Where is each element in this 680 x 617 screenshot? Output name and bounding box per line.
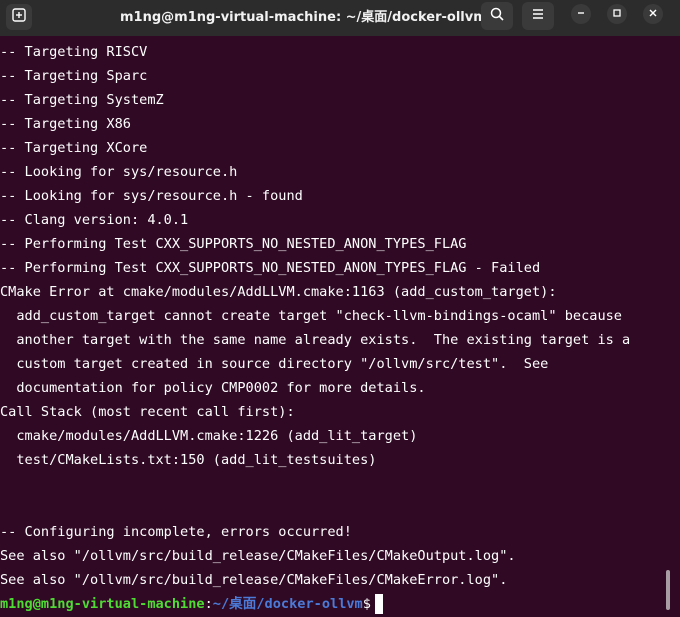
output-line: -- Clang version: 4.0.1 [0,212,189,228]
prompt-user: m1ng@m1ng-virtual-machine [0,596,205,612]
output-line: See also "/ollvm/src/build_release/CMake… [0,572,508,588]
output-line: -- Configuring incomplete, errors occurr… [0,524,352,540]
output-line: -- Targeting XCore [0,140,148,156]
minimize-button[interactable] [571,4,591,24]
terminal-output[interactable]: -- Targeting RISCV -- Targeting Sparc --… [0,36,665,617]
output-line: See also "/ollvm/src/build_release/CMake… [0,548,516,564]
scrollbar-thumb[interactable] [666,570,670,610]
window-title: m1ng@m1ng-virtual-machine: ~/桌面/docker-o… [120,10,487,25]
minimize-icon [576,5,586,23]
hamburger-menu-icon [531,7,545,26]
error-line: CMake Error at cmake/modules/AddLLVM.cma… [0,284,557,300]
menu-button[interactable] [522,2,554,30]
output-line: cmake/modules/AddLLVM.cmake:1226 (add_li… [0,428,418,444]
output-line: -- Targeting X86 [0,116,131,132]
maximize-icon [612,5,622,23]
output-line: Call Stack (most recent call first): [0,404,295,420]
output-line: test/CMakeLists.txt:150 (add_lit_testsui… [0,452,377,468]
error-line: another target with the same name alread… [0,332,631,348]
output-line: -- Performing Test CXX_SUPPORTS_NO_NESTE… [0,260,541,276]
close-icon [648,5,658,23]
error-line: custom target created in source director… [0,356,549,372]
prompt-line[interactable]: m1ng@m1ng-virtual-machine:~/桌面/docker-ol… [0,592,383,616]
text-cursor [374,594,383,614]
output-line: -- Targeting RISCV [0,44,148,60]
output-line: -- Performing Test CXX_SUPPORTS_NO_NESTE… [0,236,467,252]
output-line: -- Targeting Sparc [0,68,148,84]
maximize-button[interactable] [607,4,627,24]
prompt-path: ~/桌面/docker-ollvm [212,596,363,612]
output-line: -- Targeting SystemZ [0,92,164,108]
error-line: documentation for policy CMP0002 for mor… [0,380,426,396]
prompt-separator: : [204,596,213,612]
close-button[interactable] [643,4,663,24]
title-bar: m1ng@m1ng-virtual-machine: ~/桌面/docker-o… [0,0,680,36]
output-line: -- Looking for sys/resource.h [0,164,238,180]
error-line: add_custom_target cannot create target "… [0,308,622,324]
new-tab-button[interactable] [6,4,32,30]
new-tab-icon [11,7,27,28]
search-icon [489,6,505,27]
terminal-window: m1ng@m1ng-virtual-machine: ~/桌面/docker-o… [0,0,680,617]
search-button[interactable] [481,2,513,30]
prompt-sign: $ [362,596,371,612]
output-line: -- Looking for sys/resource.h - found [0,188,303,204]
